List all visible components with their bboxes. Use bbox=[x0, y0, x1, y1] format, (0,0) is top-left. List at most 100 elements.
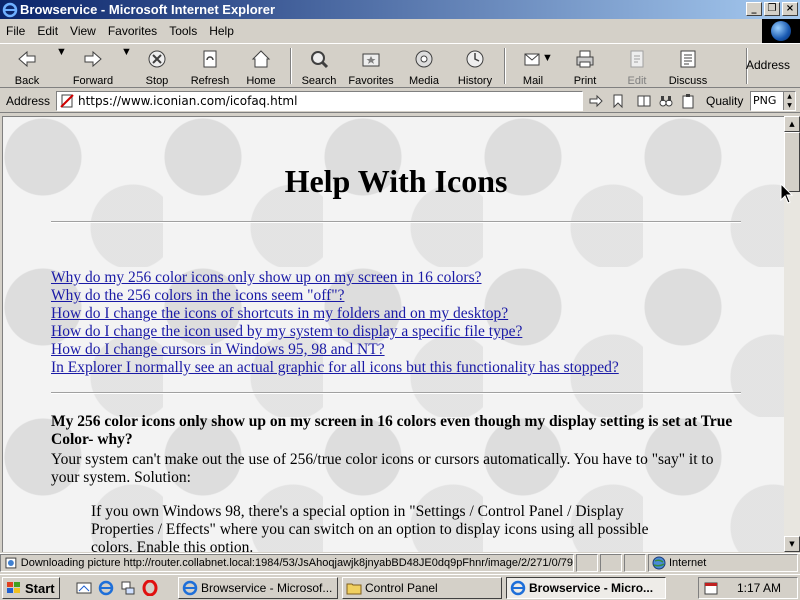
network-icon[interactable] bbox=[120, 580, 136, 596]
ie-quicklaunch-icon[interactable] bbox=[98, 580, 114, 596]
address-label: Address bbox=[6, 94, 51, 108]
edit-page-icon bbox=[630, 50, 644, 68]
taskbar-item-label: Browservice - Micro... bbox=[529, 581, 654, 595]
vertical-scrollbar[interactable]: ▲ ▼ bbox=[784, 116, 800, 552]
faq-link-4[interactable]: How do I change the icon used by my syst… bbox=[51, 323, 522, 340]
menu-tools[interactable]: Tools bbox=[163, 24, 203, 38]
indented-answer-text: If you own Windows 98, there's a special… bbox=[91, 503, 649, 552]
toolbar-separator bbox=[504, 48, 506, 84]
taskbar-item-control-panel[interactable]: Control Panel bbox=[342, 577, 502, 599]
address-input[interactable]: https://www.iconian.com/icofaq.html bbox=[56, 91, 583, 111]
back-label: Back bbox=[14, 75, 40, 87]
faq-link-1[interactable]: Why do my 256 color icons only show up o… bbox=[51, 269, 482, 286]
taskbar-item-browservice-1[interactable]: Browservice - Microsof... bbox=[178, 577, 338, 599]
faq-link-3[interactable]: How do I change the icons of shortcuts i… bbox=[51, 305, 508, 322]
discuss-label: Discuss bbox=[668, 75, 708, 87]
faq-link-2[interactable]: Why do the 256 colors in the icons seem … bbox=[51, 287, 344, 304]
edit-button[interactable]: Edit bbox=[620, 46, 654, 87]
print-button[interactable]: Print bbox=[566, 46, 604, 87]
refresh-button[interactable]: Refresh bbox=[186, 46, 234, 87]
menu-file[interactable]: File bbox=[0, 24, 31, 38]
close-button[interactable]: × bbox=[782, 2, 798, 16]
forward-dropdown-arrow[interactable]: ▼ bbox=[121, 46, 132, 86]
quality-spinner[interactable]: ▲ ▼ bbox=[783, 92, 795, 110]
internet-globe-icon bbox=[652, 556, 666, 570]
menu-view[interactable]: View bbox=[64, 24, 102, 38]
media-label: Media bbox=[409, 75, 439, 87]
taskbar-item-browservice-2[interactable]: Browservice - Micro... bbox=[506, 577, 666, 599]
menu-favorites[interactable]: Favorites bbox=[102, 24, 163, 38]
faq-link-5[interactable]: How do I change cursors in Windows 95, 9… bbox=[51, 341, 385, 358]
binoculars-icon[interactable] bbox=[658, 93, 674, 109]
status-panel bbox=[600, 554, 622, 572]
menu-file-label: File bbox=[6, 24, 26, 38]
menu-bar: File Edit View Favorites Tools Help bbox=[0, 21, 800, 41]
favorites-button[interactable]: Favorites bbox=[346, 46, 396, 87]
stop-button[interactable]: Stop bbox=[138, 46, 176, 87]
menu-edit[interactable]: Edit bbox=[31, 24, 64, 38]
address-url: https://www.iconian.com/icofaq.html bbox=[78, 94, 298, 108]
menu-view-label: View bbox=[70, 24, 96, 38]
control-panel-folder-icon bbox=[346, 583, 362, 595]
discuss-icon bbox=[680, 50, 696, 68]
mail-dropdown-arrow[interactable]: ▼ bbox=[542, 52, 553, 92]
favorites-label: Favorites bbox=[348, 75, 394, 87]
quality-value: PNG bbox=[753, 94, 777, 107]
menu-edit-label: Edit bbox=[37, 24, 59, 38]
restore-button[interactable]: ❐ bbox=[764, 2, 780, 16]
taskbar-item-label: Browservice - Microsof... bbox=[201, 581, 333, 595]
go-arrow-icon[interactable] bbox=[588, 93, 604, 109]
system-tray: 1:17 AM bbox=[698, 577, 798, 599]
opera-icon[interactable] bbox=[142, 580, 158, 596]
search-icon bbox=[311, 51, 329, 69]
stop-icon bbox=[148, 50, 166, 68]
tray-scheduler-icon[interactable] bbox=[703, 580, 719, 596]
history-button[interactable]: History bbox=[454, 46, 496, 87]
menu-help[interactable]: Help bbox=[203, 24, 240, 38]
back-arrow-icon bbox=[18, 50, 36, 68]
status-panel bbox=[624, 554, 646, 572]
faq-link-6[interactable]: In Explorer I normally see an actual gra… bbox=[51, 359, 619, 376]
edit-label: Edit bbox=[627, 75, 647, 87]
search-button[interactable]: Search bbox=[298, 46, 340, 87]
title-bar[interactable]: Browservice - Microsoft Internet Explore… bbox=[0, 0, 800, 19]
clipboard-icon[interactable] bbox=[680, 93, 696, 109]
list-item: How do I change cursors in Windows 95, 9… bbox=[51, 341, 619, 359]
status-text: Downloading picture http://router.collab… bbox=[20, 557, 573, 569]
menu-favorites-label: Favorites bbox=[107, 24, 158, 38]
quality-label: Quality bbox=[706, 94, 744, 108]
status-bar: Downloading picture http://router.collab… bbox=[0, 553, 800, 573]
quality-select[interactable]: PNG ▲ ▼ bbox=[750, 91, 796, 111]
start-button[interactable]: Start bbox=[2, 577, 60, 599]
toolbar-address-label[interactable]: Address bbox=[746, 58, 790, 72]
ie-icon bbox=[182, 580, 198, 596]
home-button[interactable]: Home bbox=[240, 46, 282, 87]
status-text-panel: Downloading picture http://router.collab… bbox=[0, 554, 574, 572]
media-button[interactable]: Media bbox=[404, 46, 444, 87]
bookmark-icon[interactable] bbox=[610, 93, 626, 109]
scroll-down-button[interactable]: ▼ bbox=[784, 536, 800, 552]
page-loading-icon bbox=[5, 557, 17, 569]
forward-label: Forward bbox=[72, 75, 114, 87]
clock[interactable]: 1:17 AM bbox=[737, 581, 781, 595]
standard-toolbar: Back ▼ Forward ▼ Stop Refresh Home Searc… bbox=[0, 43, 800, 88]
book-icon[interactable] bbox=[636, 93, 652, 109]
page-viewport[interactable]: Help With Icons Why do my 256 color icon… bbox=[2, 116, 784, 552]
list-item: Why do my 256 color icons only show up o… bbox=[51, 269, 619, 287]
forward-button[interactable]: Forward bbox=[68, 46, 118, 87]
address-bar: Address https://www.iconian.com/icofaq.h… bbox=[0, 89, 800, 113]
menu-help-label: Help bbox=[209, 24, 234, 38]
scroll-up-button[interactable]: ▲ bbox=[784, 116, 800, 132]
back-button[interactable]: Back bbox=[4, 46, 50, 87]
answer-text: Your system can't make out the use of 25… bbox=[51, 451, 714, 486]
show-desktop-icon[interactable] bbox=[76, 580, 92, 596]
minimize-button[interactable]: _ bbox=[746, 2, 762, 16]
home-label: Home bbox=[246, 75, 276, 87]
media-icon bbox=[415, 50, 433, 68]
horizontal-rule bbox=[51, 221, 741, 223]
insecure-page-icon bbox=[60, 94, 74, 108]
list-item: Why do the 256 colors in the icons seem … bbox=[51, 287, 619, 305]
horizontal-rule bbox=[51, 392, 741, 394]
discuss-button[interactable]: Discuss bbox=[666, 46, 710, 87]
back-dropdown-arrow[interactable]: ▼ bbox=[56, 46, 67, 86]
